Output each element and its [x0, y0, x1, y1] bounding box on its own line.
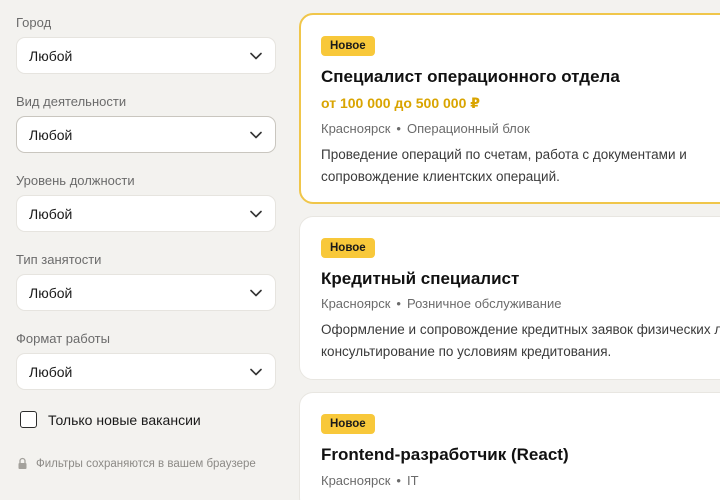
- filter-work-format: Формат работы Любой: [16, 331, 276, 390]
- level-select-value: Любой: [29, 205, 73, 222]
- employment-select[interactable]: Любой: [16, 274, 276, 311]
- chevron-down-icon: [250, 289, 262, 296]
- job-city: Красноярск: [321, 473, 391, 488]
- job-description-line: консультирование по условиям кредитовани…: [321, 344, 612, 359]
- only-new-checkbox-row[interactable]: Только новые вакансии: [20, 411, 201, 428]
- job-description: Оформление и сопровождение кредитных зая…: [321, 319, 720, 363]
- filter-employment: Тип занятости Любой: [16, 252, 276, 311]
- job-department: Розничное обслуживание: [406, 296, 562, 311]
- chevron-down-icon: [250, 210, 262, 217]
- filter-city-label: Город: [16, 15, 52, 30]
- new-badge-wrap: Новое: [321, 414, 375, 434]
- city-select-value: Любой: [29, 47, 73, 64]
- filter-activity-label: Вид деятельности: [16, 94, 127, 109]
- meta-separator: •: [396, 121, 401, 136]
- chevron-down-icon: [250, 52, 262, 59]
- new-badge-wrap: Новое: [321, 36, 375, 56]
- activity-select-value: Любой: [29, 126, 73, 143]
- job-city: Красноярск: [321, 296, 391, 311]
- job-city: Красноярск: [321, 121, 391, 136]
- job-description-line: Проведение операций по счетам, работа с …: [321, 147, 687, 162]
- lock-icon: [18, 457, 27, 469]
- meta-separator: •: [396, 473, 401, 488]
- work-format-select-value: Любой: [29, 363, 73, 380]
- level-select[interactable]: Любой: [16, 195, 276, 232]
- only-new-label: Только новые вакансии: [48, 411, 201, 428]
- filter-activity: Вид деятельности Любой: [16, 94, 276, 153]
- work-format-select[interactable]: Любой: [16, 353, 276, 390]
- job-description-line: сопровождение клиентских операций.: [321, 169, 560, 184]
- job-department: IT: [406, 473, 419, 488]
- filter-work-format-label: Формат работы: [16, 331, 110, 346]
- job-title[interactable]: Специалист операционного отдела: [321, 67, 620, 87]
- city-select[interactable]: Любой: [16, 37, 276, 74]
- filters-sidebar: Город Любой Вид деятельности Любой Урове…: [0, 0, 290, 500]
- chevron-down-icon: [250, 131, 262, 138]
- job-title[interactable]: Кредитный специалист: [321, 269, 519, 289]
- new-badge: Новое: [321, 414, 375, 434]
- employment-select-value: Любой: [29, 284, 73, 301]
- new-badge-wrap: Новое: [321, 238, 375, 258]
- new-badge: Новое: [321, 238, 375, 258]
- filter-level: Уровень должности Любой: [16, 173, 276, 232]
- job-card[interactable]: Новое Кредитный специалист Красноярск • Ро…: [299, 216, 720, 380]
- job-meta: Красноярск • Розничное обслуживание: [321, 296, 561, 311]
- only-new-checkbox[interactable]: [20, 411, 37, 428]
- filter-city: Город Любой: [16, 15, 276, 74]
- filter-employment-label: Тип занятости: [16, 252, 102, 267]
- job-description: Проведение операций по счетам, работа с …: [321, 144, 687, 188]
- job-meta: Красноярск • IT: [321, 473, 419, 488]
- job-description-line: Оформление и сопровождение кредитных зая…: [321, 322, 720, 337]
- filters-hint-text: Фильтры сохраняются в вашем браузере: [36, 457, 256, 470]
- activity-select[interactable]: Любой: [16, 116, 276, 153]
- job-meta: Красноярск • Операционный блок: [321, 121, 530, 136]
- filters-hint: Фильтры сохраняются в вашем браузере: [17, 457, 256, 470]
- chevron-down-icon: [250, 368, 262, 375]
- job-card[interactable]: Новое Специалист операционного отдела от…: [299, 13, 720, 204]
- job-title[interactable]: Frontend-разработчик (React): [321, 445, 569, 465]
- meta-separator: •: [396, 296, 401, 311]
- job-card[interactable]: Новое Frontend-разработчик (React) Красн…: [299, 392, 720, 500]
- filter-level-label: Уровень должности: [16, 173, 135, 188]
- job-salary: от 100 000 до 500 000 ₽: [321, 95, 481, 111]
- job-department: Операционный блок: [406, 121, 530, 136]
- new-badge: Новое: [321, 36, 375, 56]
